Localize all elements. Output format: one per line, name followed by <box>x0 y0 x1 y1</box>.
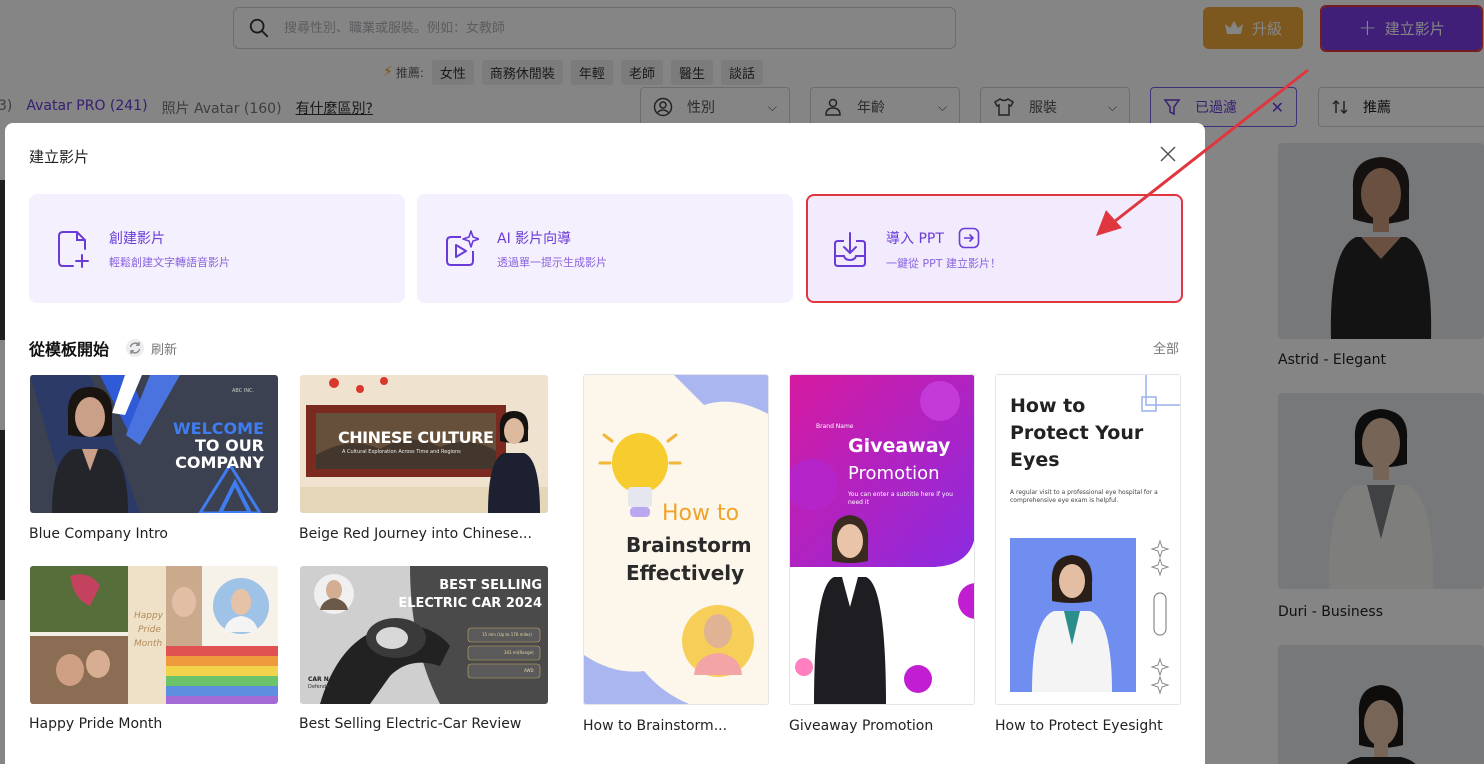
annotation-arrow <box>1096 68 1309 236</box>
